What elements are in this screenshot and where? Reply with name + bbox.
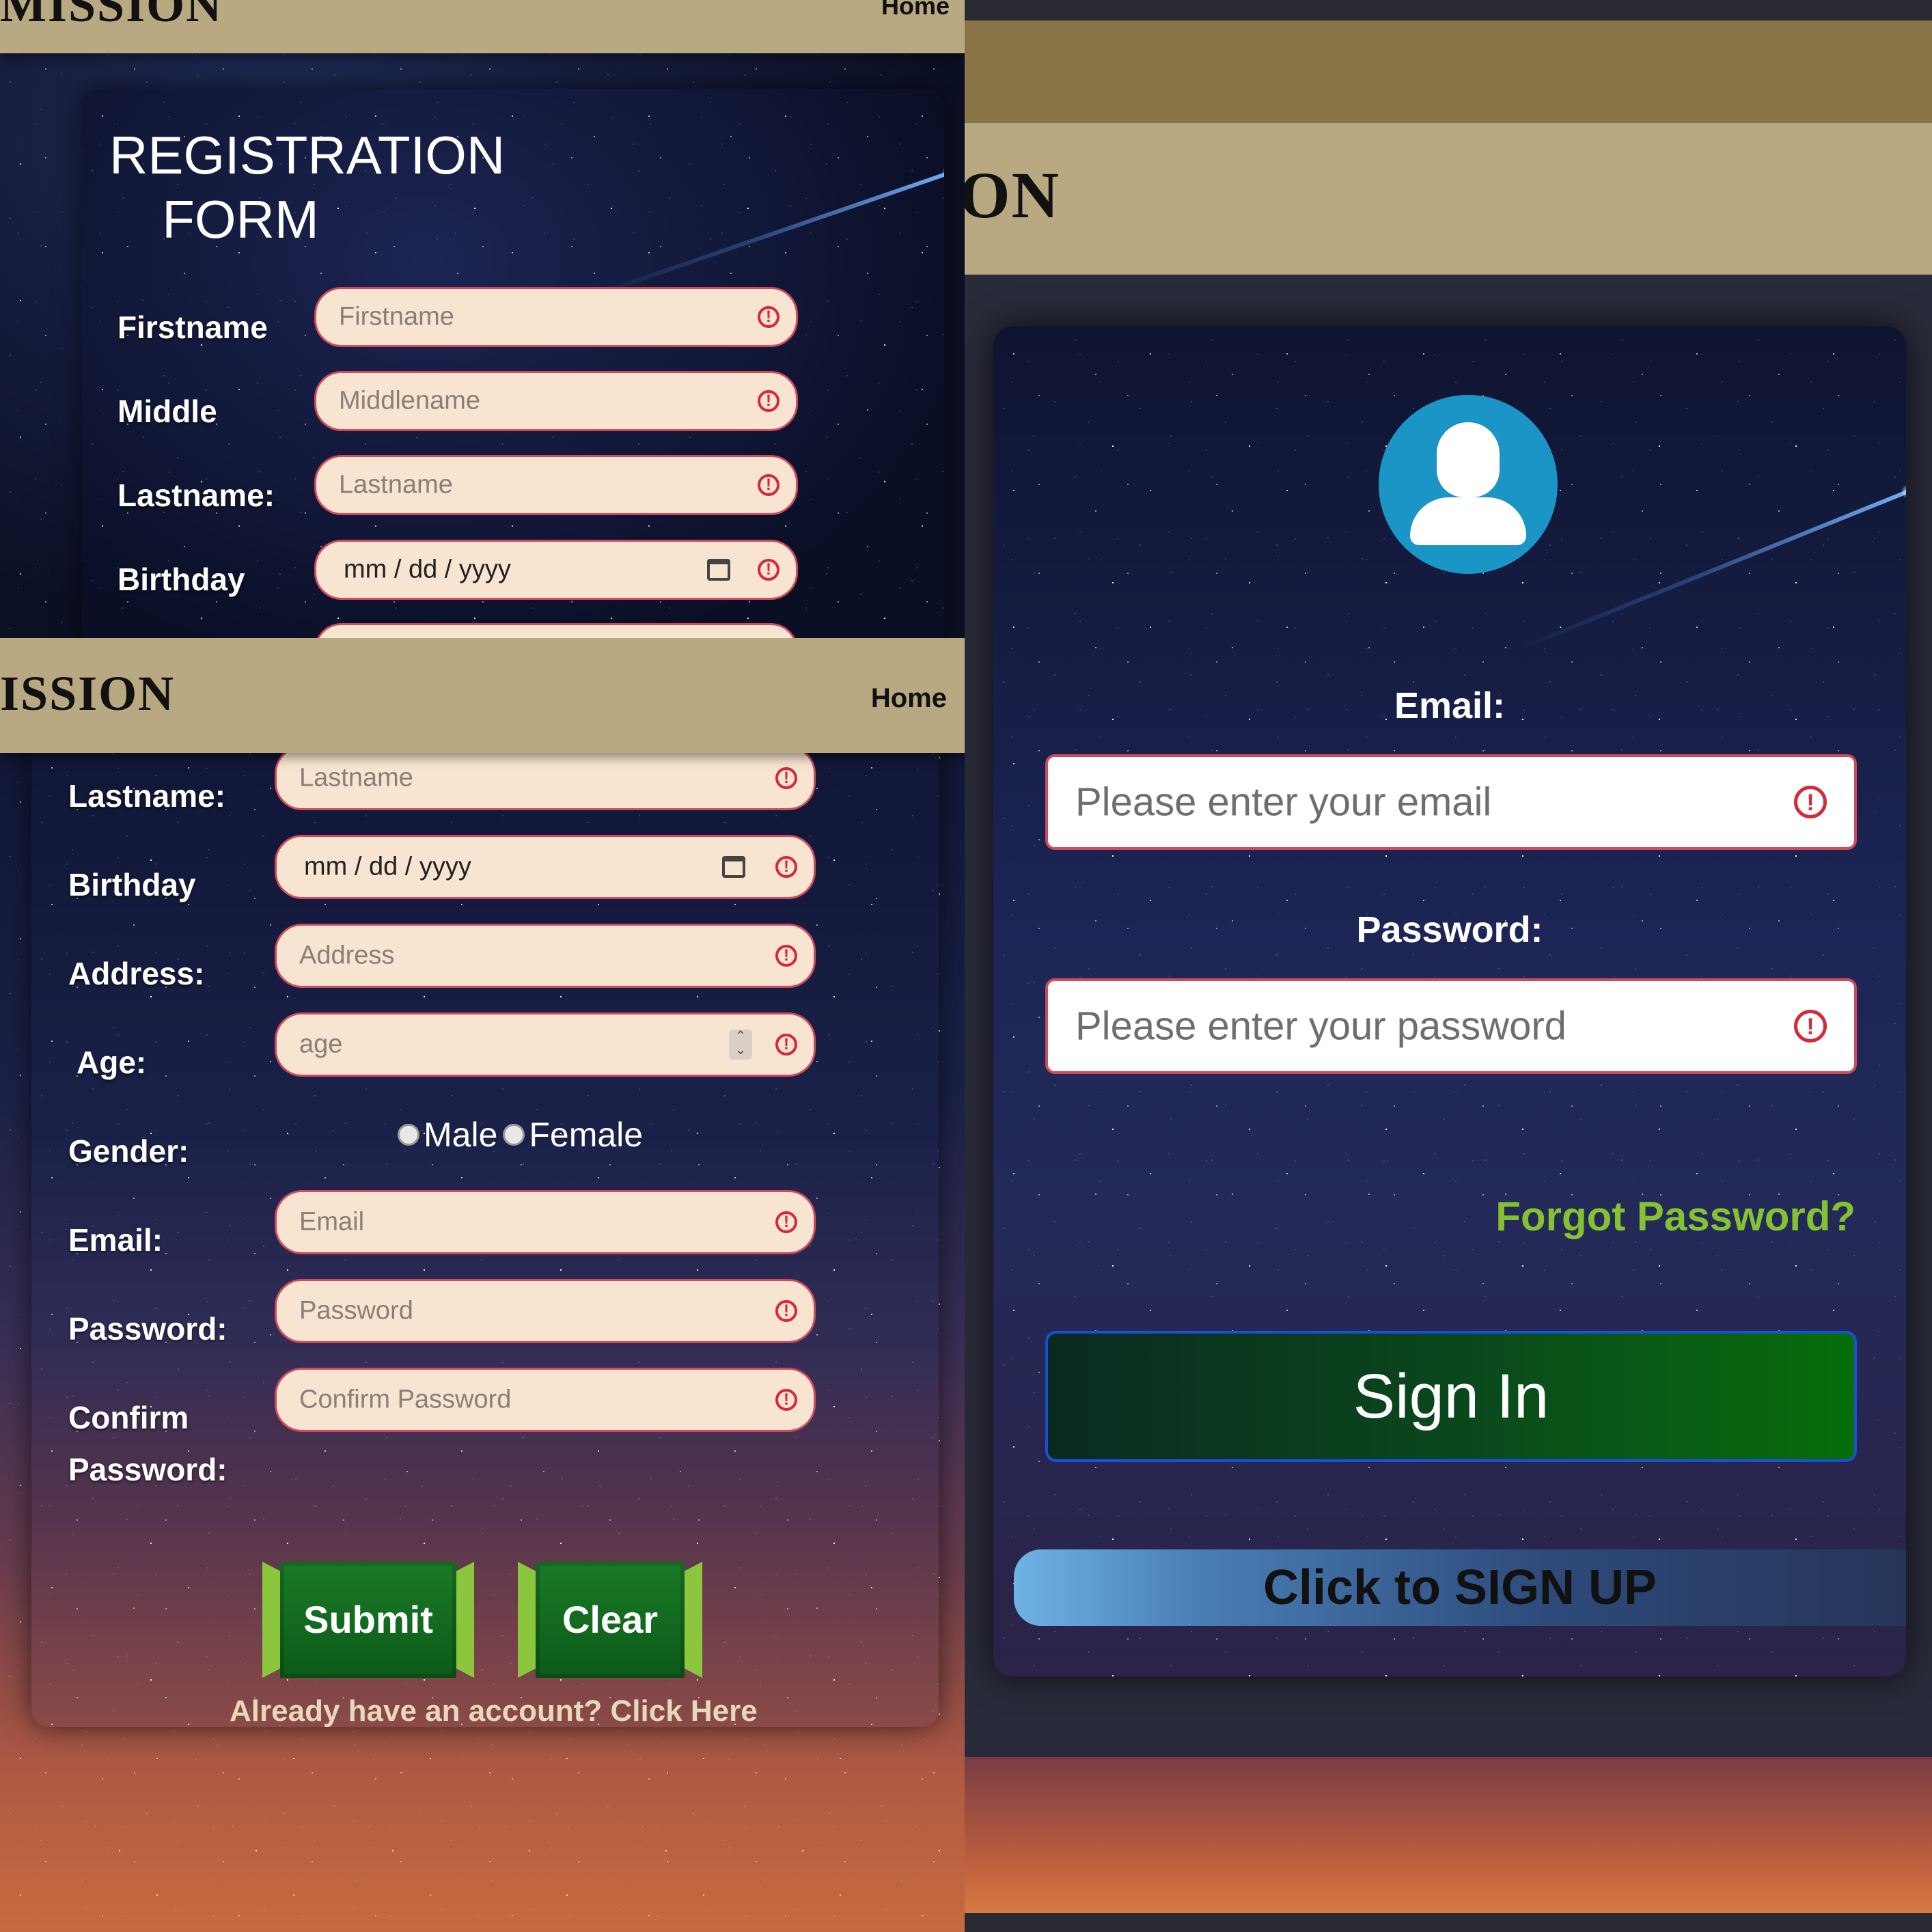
password-placeholder: Password xyxy=(299,1296,413,1325)
firstname-label: Firstname xyxy=(118,309,268,345)
lastname-input[interactable]: Lastname ! xyxy=(314,455,798,515)
lastname-input[interactable]: Lastname ! xyxy=(275,746,816,810)
header-bar: ISSION Home xyxy=(0,638,965,753)
sign-up-button[interactable]: Click to SIGN UP xyxy=(1014,1549,1906,1626)
login-card: Email: Please enter your email ! Passwor… xyxy=(993,327,1906,1676)
login-link[interactable]: Already have an account? Click Here xyxy=(230,1694,758,1727)
firstname-placeholder: Firstname xyxy=(339,302,454,331)
age-label: Age: xyxy=(77,1045,147,1080)
address-input-partial[interactable] xyxy=(314,623,798,638)
middlename-input[interactable]: Middlename ! xyxy=(314,371,798,431)
confirm-password-label-line1: Confirm xyxy=(68,1400,189,1435)
birthday-value: mm / dd / yyyy xyxy=(304,852,471,881)
middlename-label: Middle xyxy=(118,394,217,429)
email-label: Email: xyxy=(68,1222,163,1258)
address-placeholder: Address xyxy=(299,941,395,970)
warning-circle-icon: ! xyxy=(758,474,779,496)
email-label: Email: xyxy=(1394,685,1506,726)
header-bar: MISSION Home xyxy=(0,0,965,53)
lastname-placeholder: Lastname xyxy=(339,470,453,499)
warning-circle-icon: ! xyxy=(775,1300,797,1322)
calendar-icon[interactable] xyxy=(722,856,745,878)
gender-label: Gender: xyxy=(68,1133,189,1169)
email-input[interactable]: Please enter your email ! xyxy=(1045,754,1857,850)
male-option-label: Male xyxy=(424,1116,498,1154)
user-avatar-icon xyxy=(1379,395,1558,574)
age-input[interactable]: age ⌃ ⌄ ! xyxy=(275,1012,816,1077)
nav-home-link[interactable]: Home xyxy=(871,683,947,714)
nav-home-link[interactable]: Home xyxy=(881,0,950,20)
forgot-password-link[interactable]: Forgot Password? xyxy=(1495,1193,1855,1240)
number-spinner-icon[interactable]: ⌃ ⌄ xyxy=(729,1030,752,1060)
birthday-label: Birthday xyxy=(68,867,196,902)
registration-bottom-panel: ISSION Home Lastname: Lastname ! Birthda… xyxy=(0,638,965,1932)
form-title: REGISTRATION FORM xyxy=(109,123,506,251)
header-bar: ON xyxy=(965,123,1932,275)
birthday-input[interactable]: mm / dd / yyyy ! xyxy=(275,835,816,899)
password-input[interactable]: Please enter your password ! xyxy=(1045,978,1857,1074)
lastname-placeholder: Lastname xyxy=(299,763,413,792)
email-input[interactable]: Email ! xyxy=(275,1190,816,1254)
warning-circle-icon: ! xyxy=(775,1389,797,1411)
firstname-input[interactable]: Firstname ! xyxy=(314,287,798,347)
warning-circle-icon: ! xyxy=(758,390,779,412)
age-placeholder: age xyxy=(299,1030,343,1059)
brand-title: ON xyxy=(965,158,1060,232)
warning-circle-icon: ! xyxy=(775,945,797,967)
submit-button[interactable]: Submit xyxy=(280,1562,456,1678)
birthday-label: Birthday xyxy=(118,562,245,597)
form-title-line2: FORM xyxy=(162,189,319,249)
confirm-password-placeholder: Confirm Password xyxy=(299,1385,512,1414)
birthday-value: mm / dd / yyyy xyxy=(344,555,511,584)
warning-circle-icon: ! xyxy=(775,767,797,789)
calendar-icon[interactable] xyxy=(707,559,730,581)
confirm-password-label-line2: Password: xyxy=(68,1452,227,1487)
registration-card: Lastname: Lastname ! Birthday mm / dd / … xyxy=(31,741,939,1727)
email-placeholder: Please enter your email xyxy=(1075,779,1492,825)
warning-circle-icon: ! xyxy=(775,1211,797,1233)
middlename-placeholder: Middlename xyxy=(339,386,480,415)
registration-top-panel: MISSION Home REGISTRATION FORM Firstname… xyxy=(0,0,965,638)
female-radio[interactable] xyxy=(503,1124,525,1146)
warning-circle-icon: ! xyxy=(775,1034,797,1055)
birthday-input[interactable]: mm / dd / yyyy ! xyxy=(314,540,798,600)
warning-circle-icon: ! xyxy=(1794,1010,1827,1043)
brand-title: ISSION xyxy=(0,666,176,721)
address-input[interactable]: Address ! xyxy=(275,924,816,988)
sign-in-button[interactable]: Sign In xyxy=(1045,1331,1857,1462)
clear-button[interactable]: Clear xyxy=(536,1562,685,1678)
registration-card: REGISTRATION FORM Firstname Firstname ! … xyxy=(82,89,944,638)
brand-title: MISSION xyxy=(0,0,223,32)
confirm-password-input[interactable]: Confirm Password ! xyxy=(275,1368,816,1432)
female-option-label: Female xyxy=(529,1116,644,1154)
lastname-label: Lastname: xyxy=(118,478,275,513)
login-panel: ON Email: Please enter your email ! Pass… xyxy=(965,0,1932,1932)
male-radio[interactable] xyxy=(398,1124,419,1146)
warning-circle-icon: ! xyxy=(1794,786,1827,818)
gender-options: Male Female xyxy=(398,1115,643,1155)
email-placeholder: Email xyxy=(299,1207,365,1237)
password-label: Password: xyxy=(1356,909,1543,950)
password-placeholder: Please enter your password xyxy=(1075,1004,1567,1049)
lastname-label: Lastname: xyxy=(68,778,226,814)
form-title-line1: REGISTRATION xyxy=(109,125,506,185)
password-input[interactable]: Password ! xyxy=(275,1279,816,1343)
password-label: Password: xyxy=(68,1311,227,1347)
warning-circle-icon: ! xyxy=(758,559,779,581)
warning-circle-icon: ! xyxy=(775,856,797,878)
warning-circle-icon: ! xyxy=(758,306,779,328)
address-label: Address: xyxy=(68,956,205,991)
